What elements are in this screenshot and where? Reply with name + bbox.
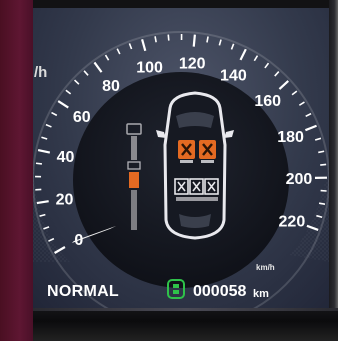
speed-label: 160 (254, 93, 281, 110)
speed-label: 220 (279, 213, 306, 230)
major-tick (278, 80, 289, 90)
major-tick (192, 34, 196, 47)
minor-tick (73, 79, 80, 85)
odometer-unit: km (253, 288, 269, 300)
drive-mode-label: NORMAL (47, 283, 120, 300)
speed-label: 200 (286, 171, 313, 188)
minor-tick (51, 111, 58, 117)
minor-tick (41, 136, 48, 140)
odometer-value: 000058 (193, 283, 247, 300)
speed-label: 60 (73, 109, 91, 126)
bezel-bottom (33, 308, 338, 341)
major-tick (141, 38, 147, 52)
left-trim (0, 0, 33, 341)
minor-tick (291, 90, 298, 96)
minor-tick (274, 71, 280, 77)
speed-label: 80 (102, 78, 120, 95)
instrument-cluster: 0 20 40 60 80 100 120 140 160 180 200 220 (0, 0, 338, 341)
minor-tick (314, 137, 322, 141)
minor-tick (218, 39, 222, 46)
speed-label: 100 (136, 59, 163, 76)
major-tick (57, 100, 69, 109)
minor-tick (45, 123, 52, 128)
car-topview-icon (156, 91, 234, 240)
minor-tick (65, 89, 72, 95)
minor-tick (318, 150, 325, 154)
minor-tick (35, 162, 43, 165)
bezel-right (329, 0, 338, 341)
major-tick (239, 48, 247, 61)
minor-tick (318, 202, 326, 206)
minor-tick (298, 101, 305, 106)
minor-tick (253, 55, 259, 62)
minor-tick (154, 36, 157, 43)
major-tick (304, 124, 317, 132)
minor-tick (128, 43, 133, 50)
major-tick (93, 61, 103, 73)
minor-tick (104, 54, 110, 61)
partial-speed-unit: /h (34, 64, 48, 81)
speed-label: 20 (56, 192, 74, 209)
speed-label: 40 (57, 149, 75, 166)
minor-tick (116, 48, 121, 55)
major-tick (37, 149, 51, 154)
minor-tick (264, 62, 270, 69)
minor-tick (206, 36, 209, 43)
minor-tick (83, 70, 89, 76)
bezel-top (33, 0, 338, 8)
speed-unit-label: km/h (256, 263, 275, 272)
speed-label: 180 (277, 129, 304, 146)
minor-tick (167, 34, 170, 41)
speed-label: 120 (179, 56, 206, 73)
major-tick (36, 200, 49, 205)
minor-tick (305, 112, 312, 118)
minor-tick (230, 43, 235, 50)
minor-tick (320, 163, 327, 166)
speed-label: 140 (220, 67, 247, 84)
